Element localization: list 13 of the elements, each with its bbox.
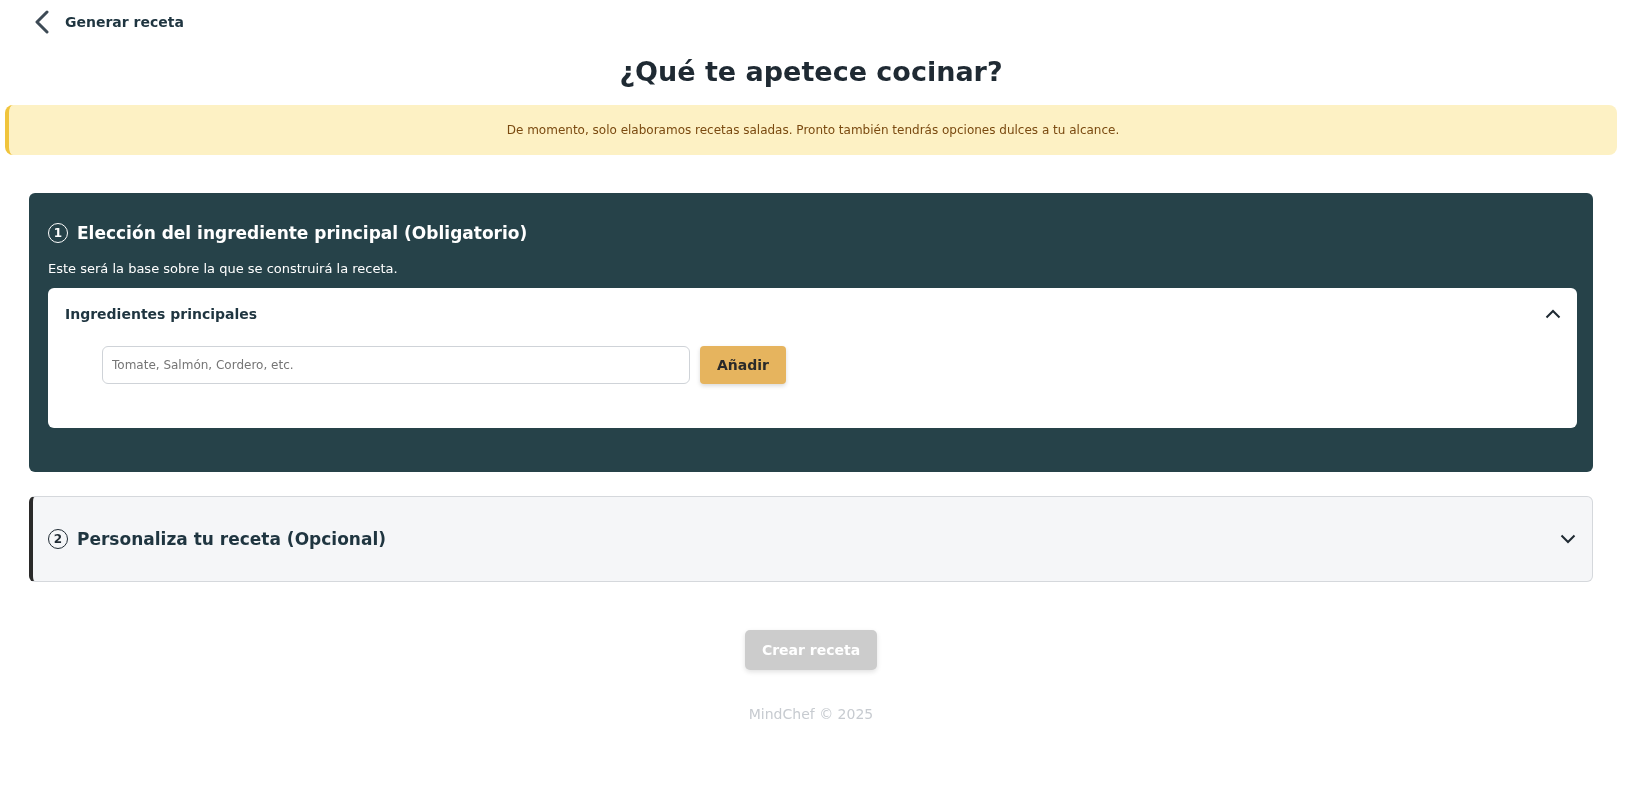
add-button[interactable]: Añadir (700, 346, 786, 384)
chevron-up-icon[interactable] (1545, 309, 1561, 319)
notice-banner: De momento, solo elaboramos recetas saladas. Pronto también tendrás opciones dulces a tu alcance. (5, 105, 1617, 155)
chevron-down-icon[interactable] (1560, 534, 1576, 544)
ingredient-input[interactable]: Tomate, Salmón, Cordero, etc. (102, 346, 690, 384)
page-title: ¿Qué te apetece cocinar? (618, 56, 1004, 87)
section-description: Este será la base sobre la que se construirá la receta. (48, 261, 399, 276)
section-title[interactable]: Personaliza tu receta (Opcional) (77, 529, 1551, 549)
footer-text: MindChef © 2025 (748, 706, 874, 722)
page-heading: Generar receta (65, 14, 184, 30)
back-icon[interactable] (35, 10, 49, 34)
panel-title[interactable]: Ingredientes principales (65, 306, 258, 322)
section-title[interactable]: Elección del ingrediente principal (Obligatorio) (77, 223, 1577, 243)
